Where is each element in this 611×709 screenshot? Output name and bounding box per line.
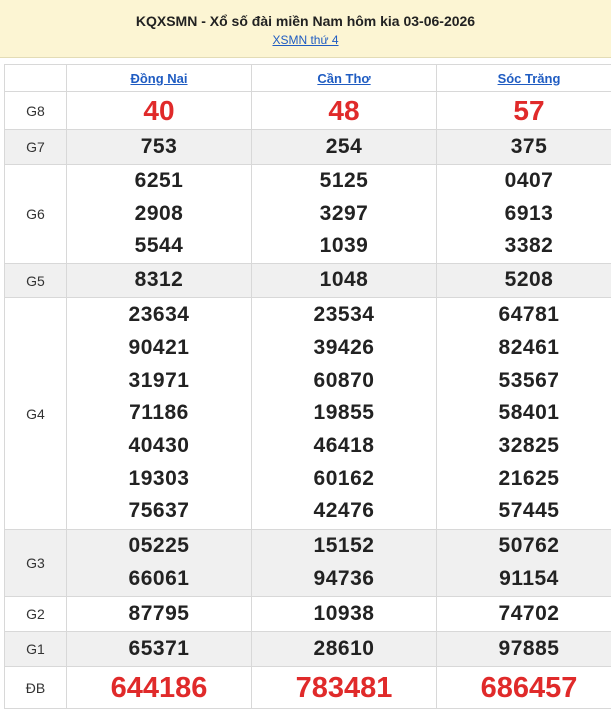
special-prize-number: 644186 (110, 671, 208, 704)
prize-number: 1039 (319, 234, 369, 258)
prize-label: G6 (4, 163, 67, 265)
prize-number: 71186 (129, 401, 189, 425)
prize-row-g6: G6 6251 2908 5544 5125 3297 1039 0407 69… (4, 163, 611, 265)
prize-number: 97885 (498, 636, 560, 660)
prize-number: 5544 (134, 234, 184, 258)
prize-label: ĐB (4, 666, 67, 709)
prize-number: 1048 (319, 268, 369, 292)
prize-number: 5125 (319, 169, 369, 192)
prize-number: 39426 (313, 335, 375, 359)
prize-number: 15152 (313, 534, 375, 558)
prize-number: 5208 (504, 268, 554, 292)
prize-number: 2908 (134, 201, 184, 225)
prize-label: G8 (4, 91, 67, 130)
prize-number: 10938 (313, 601, 375, 625)
prize-label: G3 (4, 529, 67, 598)
prize-label: G4 (4, 297, 67, 531)
prize-number: 19303 (128, 466, 190, 490)
prize-number: 60162 (313, 466, 375, 490)
prize-number: 58401 (498, 401, 560, 425)
prize-number: 8312 (134, 268, 184, 292)
special-prize-number: 783481 (295, 671, 393, 704)
prize-number: 48 (328, 95, 360, 126)
prize-number: 64781 (498, 303, 560, 327)
prize-number: 23634 (128, 303, 190, 327)
results-header: KQXSMN - Xổ số đài miền Nam hôm kia 03-0… (0, 0, 611, 58)
prize-number: 3382 (504, 234, 554, 258)
province-header-row: Đồng Nai Cần Thơ Sóc Trăng (4, 64, 611, 92)
prize-number: 57445 (498, 499, 560, 523)
prize-number: 75637 (128, 499, 190, 523)
page-title: KQXSMN - Xổ số đài miền Nam hôm kia 03-0… (135, 13, 476, 29)
prize-row-g4: G4 23634 90421 31971 71186 40430 19303 7… (4, 297, 611, 531)
prize-row-g8: G8 40 48 57 (4, 91, 611, 130)
prize-number: 82461 (498, 335, 560, 359)
prize-number: 91154 (499, 567, 559, 591)
prize-number: 90421 (128, 335, 190, 359)
prize-label: G2 (4, 596, 67, 633)
province-link-can-tho[interactable]: Cần Thơ (317, 71, 370, 86)
prize-number: 66061 (128, 567, 190, 591)
prize-number: 40430 (128, 433, 190, 457)
prize-label: G1 (4, 631, 67, 668)
prize-label: G5 (4, 263, 67, 299)
prize-number: 05225 (128, 534, 190, 558)
prize-number: 65371 (128, 636, 190, 660)
prize-row-g5: G5 8312 1048 5208 (4, 263, 611, 299)
prize-row-g7: G7 753 254 375 (4, 129, 611, 165)
lottery-results-table: Đồng Nai Cần Thơ Sóc Trăng G8 40 48 57 G… (4, 64, 611, 709)
prize-number: 254 (325, 134, 363, 158)
prize-number: 57 (513, 95, 545, 126)
prize-number: 74702 (498, 601, 560, 625)
xsmn-weekday-link[interactable]: XSMN thứ 4 (0, 33, 611, 47)
prize-number: 46418 (313, 433, 375, 457)
prize-number: 21625 (498, 466, 560, 490)
prize-number: 19855 (313, 401, 375, 425)
province-link-dong-nai[interactable]: Đồng Nai (130, 71, 187, 86)
prize-number: 6913 (504, 201, 554, 225)
prize-row-g2: G2 87795 10938 74702 (4, 596, 611, 633)
prize-number: 53567 (498, 368, 560, 392)
prize-number: 23534 (313, 303, 375, 327)
prize-number: 28610 (313, 636, 375, 660)
prize-number: 0407 (504, 169, 554, 192)
prize-row-g1: G1 65371 28610 97885 (4, 631, 611, 668)
province-link-soc-trang[interactable]: Sóc Trăng (498, 71, 561, 86)
prize-number: 375 (510, 134, 548, 158)
prize-number: 753 (140, 134, 178, 158)
prize-number: 94736 (313, 567, 375, 591)
empty-corner-cell (4, 64, 67, 92)
prize-number: 6251 (134, 169, 184, 192)
prize-number: 42476 (313, 499, 375, 523)
special-prize-number: 686457 (480, 671, 578, 704)
prize-number: 32825 (498, 433, 560, 457)
prize-number: 50762 (498, 534, 560, 558)
prize-number: 60870 (313, 368, 375, 392)
prize-number: 31971 (128, 368, 190, 392)
prize-label: G7 (4, 129, 67, 165)
prize-row-special: ĐB 644186 783481 686457 (4, 666, 611, 709)
prize-number: 40 (143, 95, 175, 126)
prize-number: 3297 (319, 201, 369, 225)
prize-number: 87795 (128, 601, 190, 625)
prize-row-g3: G3 05225 66061 15152 94736 50762 91154 (4, 529, 611, 598)
